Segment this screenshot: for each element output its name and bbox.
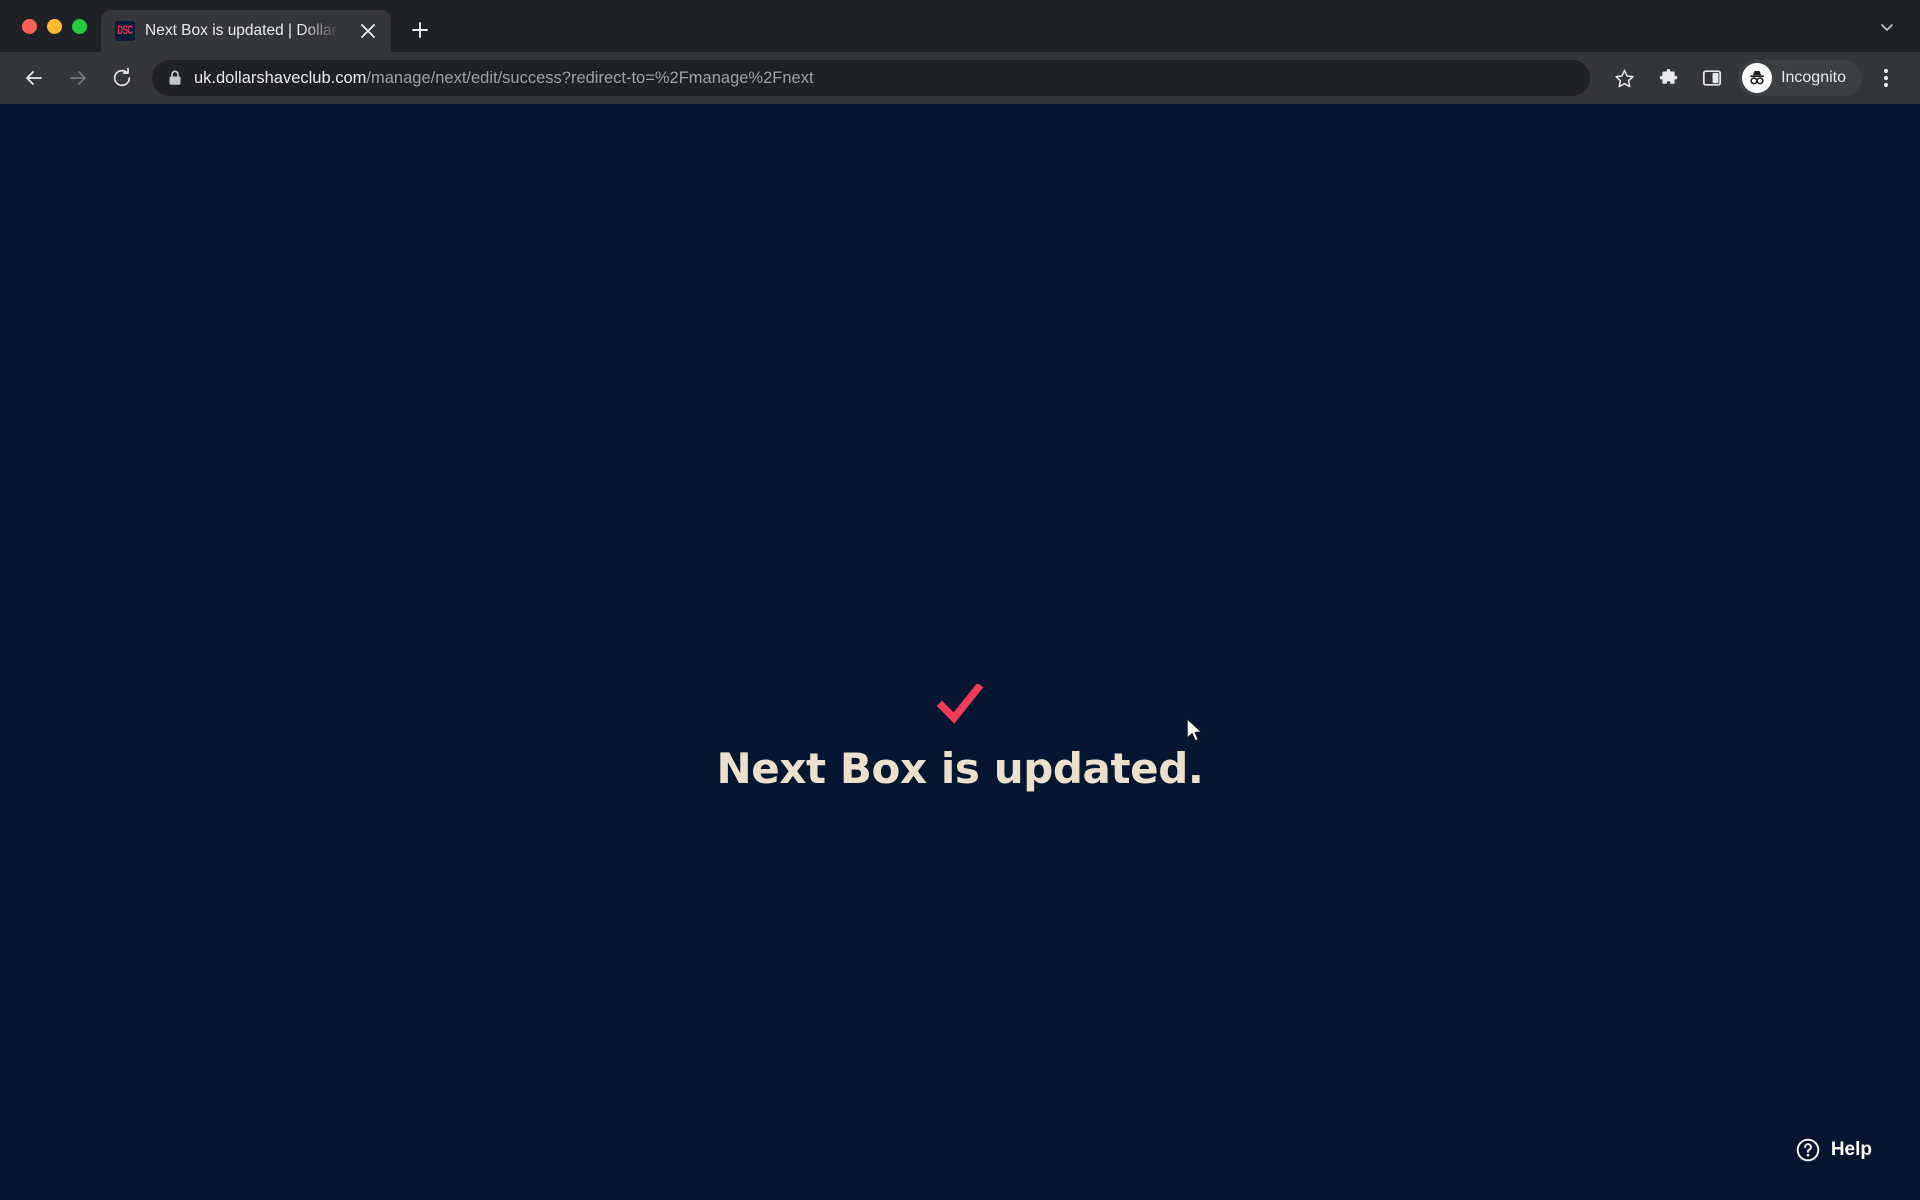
browser-window: DSC Next Box is updated | Dollar Shave C… bbox=[0, 0, 1920, 1200]
page-title: Next Box is updated. bbox=[716, 744, 1204, 793]
back-arrow-icon[interactable] bbox=[14, 58, 54, 98]
address-bar[interactable]: uk.dollarshaveclub.com/manage/next/edit/… bbox=[152, 60, 1591, 96]
lock-icon[interactable] bbox=[168, 70, 182, 86]
tab-search-button[interactable] bbox=[1868, 8, 1906, 46]
dollar-shave-club-favicon: DSC bbox=[115, 21, 135, 41]
browser-tab[interactable]: DSC Next Box is updated | Dollar Shave C… bbox=[101, 10, 391, 52]
window-close-button[interactable] bbox=[22, 18, 37, 34]
help-button[interactable]: Help bbox=[1796, 1138, 1872, 1162]
question-mark-circle-icon bbox=[1796, 1138, 1820, 1162]
url-path: /manage/next/edit/success?redirect-to=%2… bbox=[366, 68, 814, 87]
star-icon[interactable] bbox=[1604, 58, 1644, 98]
success-message: Next Box is updated. bbox=[0, 682, 1920, 793]
forward-arrow-icon bbox=[58, 58, 98, 98]
three-dot-menu-icon[interactable] bbox=[1866, 58, 1906, 98]
url-domain: uk.dollarshaveclub.com bbox=[194, 68, 367, 87]
window-controls bbox=[14, 0, 101, 52]
check-mark-icon bbox=[936, 682, 984, 726]
page-viewport: Next Box is updated. Help bbox=[0, 104, 1920, 1200]
incognito-label: Incognito bbox=[1781, 69, 1846, 86]
incognito-indicator[interactable]: Incognito bbox=[1738, 60, 1862, 96]
puzzle-piece-icon[interactable] bbox=[1648, 58, 1688, 98]
help-label: Help bbox=[1830, 1139, 1872, 1160]
side-panel-icon[interactable] bbox=[1692, 58, 1732, 98]
new-tab-button[interactable] bbox=[401, 11, 439, 49]
url-text: uk.dollarshaveclub.com/manage/next/edit/… bbox=[194, 69, 1576, 88]
tab-title: Next Box is updated | Dollar Shave Club bbox=[145, 22, 345, 39]
favicon-label: DSC bbox=[117, 23, 133, 37]
close-icon[interactable] bbox=[355, 18, 381, 44]
tab-strip: DSC Next Box is updated | Dollar Shave C… bbox=[0, 0, 1920, 52]
reload-icon[interactable] bbox=[102, 58, 142, 98]
incognito-avatar-icon bbox=[1742, 63, 1773, 93]
window-minimize-button[interactable] bbox=[47, 18, 62, 34]
browser-toolbar: uk.dollarshaveclub.com/manage/next/edit/… bbox=[0, 52, 1920, 104]
window-zoom-button[interactable] bbox=[72, 18, 87, 34]
